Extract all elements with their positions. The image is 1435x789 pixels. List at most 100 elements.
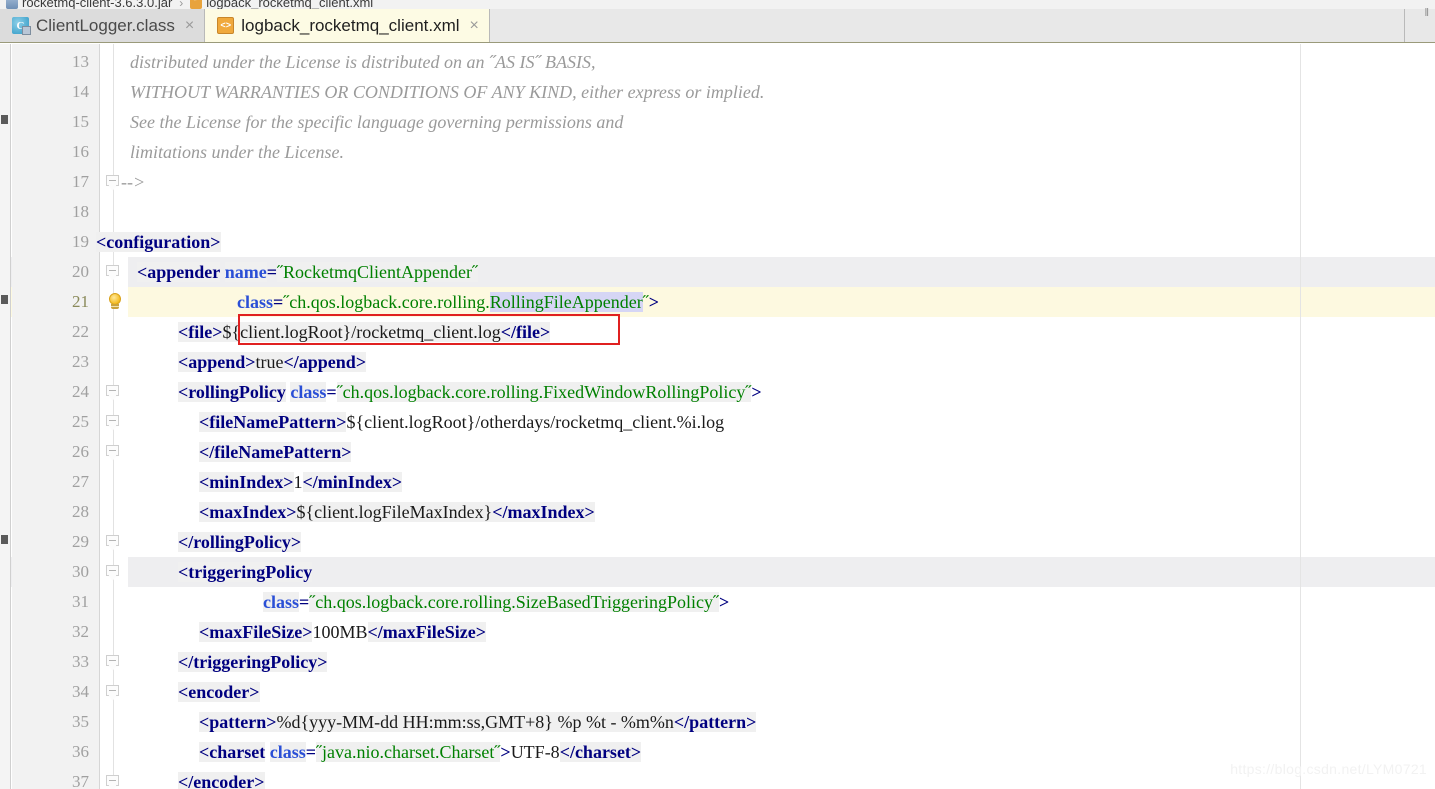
code-line[interactable]: <maxFileSize>100MB</maxFileSize> xyxy=(199,617,486,647)
code-token-tag: > xyxy=(719,592,729,612)
line-number[interactable]: 25 xyxy=(72,407,89,437)
line-number[interactable]: 33 xyxy=(72,647,89,677)
code-line[interactable]: class=˝ch.qos.logback.core.rolling.SizeB… xyxy=(263,587,729,617)
code-token-tag: <maxIndex> xyxy=(199,502,297,522)
code-token-tag: <fileNamePattern> xyxy=(199,412,346,432)
line-number[interactable]: 34 xyxy=(72,677,89,707)
code-line[interactable]: <charset class=˝java.nio.charset.Charset… xyxy=(199,737,641,767)
tab-label: ClientLogger.class xyxy=(36,16,175,36)
code-line[interactable]: WITHOUT WARRANTIES OR CONDITIONS OF ANY … xyxy=(130,77,764,107)
annotation-mark[interactable] xyxy=(1,115,8,124)
line-number[interactable]: 23 xyxy=(72,347,89,377)
line-number[interactable]: 37 xyxy=(72,767,89,789)
fold-toggle-icon[interactable] xyxy=(106,385,121,400)
code-token-val-hl: RollingFileAppender xyxy=(490,292,643,312)
tab-overflow-icon[interactable]: ‖ xyxy=(1424,7,1429,19)
fold-toggle-icon[interactable] xyxy=(106,265,121,280)
line-number[interactable]: 31 xyxy=(72,587,89,617)
fold-toggle-icon[interactable] xyxy=(106,415,121,430)
line-number[interactable]: 22 xyxy=(72,317,89,347)
tab-client-logger-class[interactable]: ClientLogger.class × xyxy=(0,9,205,42)
tab-logback-rocketmq-client-xml[interactable]: logback_rocketmq_client.xml × xyxy=(205,9,490,42)
line-number[interactable]: 21 xyxy=(72,287,89,317)
code-token-tag: = xyxy=(306,742,316,762)
line-number[interactable]: 27 xyxy=(72,467,89,497)
code-token-tag: <triggeringPolicy xyxy=(178,562,312,582)
fold-toggle-icon[interactable] xyxy=(106,565,121,580)
line-number[interactable]: 29 xyxy=(72,527,89,557)
line-number[interactable]: 36 xyxy=(72,737,89,767)
fold-toggle-icon[interactable] xyxy=(106,175,121,190)
line-number[interactable]: 20 xyxy=(72,257,89,287)
code-token-tag: <minIndex> xyxy=(199,472,294,492)
code-token-tag: <configuration> xyxy=(96,232,221,252)
line-number[interactable]: 14 xyxy=(72,77,89,107)
fold-toggle-icon[interactable] xyxy=(106,445,121,460)
fold-toggle-icon[interactable] xyxy=(106,655,121,670)
code-token-tag: <charset xyxy=(199,742,265,762)
code-line[interactable]: <maxIndex>${client.logFileMaxIndex}</max… xyxy=(199,497,595,527)
code-line[interactable]: </fileNamePattern> xyxy=(199,437,351,467)
line-number[interactable]: 16 xyxy=(72,137,89,167)
code-line[interactable]: <pattern>%d{yyy-MM-dd HH:mm:ss,GMT+8} %p… xyxy=(199,707,756,737)
code-line[interactable]: <appender name=˝RocketmqClientAppender˝ xyxy=(137,257,478,287)
code-line[interactable]: <rollingPolicy class=˝ch.qos.logback.cor… xyxy=(178,377,762,407)
code-token-val: ˝ch.qos.logback.core.rolling. xyxy=(283,292,489,312)
code-line[interactable]: <triggeringPolicy xyxy=(178,557,312,587)
line-number[interactable]: 15 xyxy=(72,107,89,137)
annotation-mark[interactable] xyxy=(1,295,8,304)
code-line[interactable]: <append>true</append> xyxy=(178,347,366,377)
xml-file-icon xyxy=(217,17,234,34)
code-token-tag: <maxFileSize> xyxy=(199,622,312,642)
line-number[interactable]: 35 xyxy=(72,707,89,737)
fold-toggle-icon[interactable] xyxy=(106,685,121,700)
watermark: https://blog.csdn.net/LYM0721 xyxy=(1230,761,1427,777)
line-number[interactable]: 30 xyxy=(72,557,89,587)
code-folding-column[interactable] xyxy=(100,44,128,789)
code-token-tag: > xyxy=(751,382,761,402)
line-number[interactable]: 28 xyxy=(72,497,89,527)
code-line[interactable]: <configuration> xyxy=(96,227,221,257)
line-number[interactable]: 17 xyxy=(72,167,89,197)
code-token-cmt: --> xyxy=(121,172,145,192)
code-content[interactable]: distributed under the License is distrib… xyxy=(128,44,1435,789)
lightbulb-intention-icon[interactable] xyxy=(106,291,124,313)
code-line[interactable]: <file>${client.logRoot}/rocketmq_client.… xyxy=(178,317,550,347)
code-token-tag: = xyxy=(273,292,283,312)
annotations-gutter[interactable] xyxy=(0,44,11,789)
line-number-gutter[interactable]: 1314151617181920212223242526272829303132… xyxy=(12,44,100,789)
code-line[interactable]: distributed under the License is distrib… xyxy=(130,47,595,77)
code-token-tag: <append> xyxy=(178,352,256,372)
close-icon[interactable]: × xyxy=(185,18,194,34)
fold-toggle-icon[interactable] xyxy=(106,775,121,789)
code-token-tag: </pattern> xyxy=(674,712,757,732)
line-number[interactable]: 26 xyxy=(72,437,89,467)
line-number[interactable]: 18 xyxy=(72,197,89,227)
code-line[interactable]: <encoder> xyxy=(178,677,260,707)
code-line[interactable]: See the License for the specific languag… xyxy=(130,107,623,137)
line-number[interactable]: 24 xyxy=(72,377,89,407)
code-line[interactable]: <fileNamePattern>${client.logRoot}/other… xyxy=(199,407,724,437)
fold-toggle-icon[interactable] xyxy=(106,535,121,550)
code-line[interactable]: </triggeringPolicy> xyxy=(178,647,327,677)
code-line[interactable]: class=˝ch.qos.logback.core.rolling.Rolli… xyxy=(237,287,659,317)
code-line[interactable]: --> xyxy=(121,167,145,197)
code-line[interactable]: <minIndex>1</minIndex> xyxy=(199,467,402,497)
line-number[interactable]: 19 xyxy=(72,227,89,257)
line-number[interactable]: 32 xyxy=(72,617,89,647)
java-class-icon xyxy=(12,17,29,34)
line-number[interactable]: 13 xyxy=(72,47,89,77)
code-token-cmt: distributed under the License is distrib… xyxy=(130,52,595,72)
close-icon[interactable]: × xyxy=(470,18,479,34)
annotation-mark[interactable] xyxy=(1,535,8,544)
code-line[interactable]: </encoder> xyxy=(178,767,265,789)
code-line[interactable]: limitations under the License. xyxy=(130,137,344,167)
editor-tab-bar: ClientLogger.class × logback_rocketmq_cl… xyxy=(0,9,1435,43)
code-token-tag: </encoder> xyxy=(178,772,265,789)
code-token-tag: <encoder> xyxy=(178,682,260,702)
code-editor[interactable]: 1314151617181920212223242526272829303132… xyxy=(0,44,1435,789)
code-line[interactable]: </rollingPolicy> xyxy=(178,527,301,557)
code-token-tag: = xyxy=(299,592,309,612)
tab-bar-filler xyxy=(490,9,1405,42)
idea-editor-window: rocketmq-client-3.6.3.0.jar › logback_ro… xyxy=(0,0,1435,789)
